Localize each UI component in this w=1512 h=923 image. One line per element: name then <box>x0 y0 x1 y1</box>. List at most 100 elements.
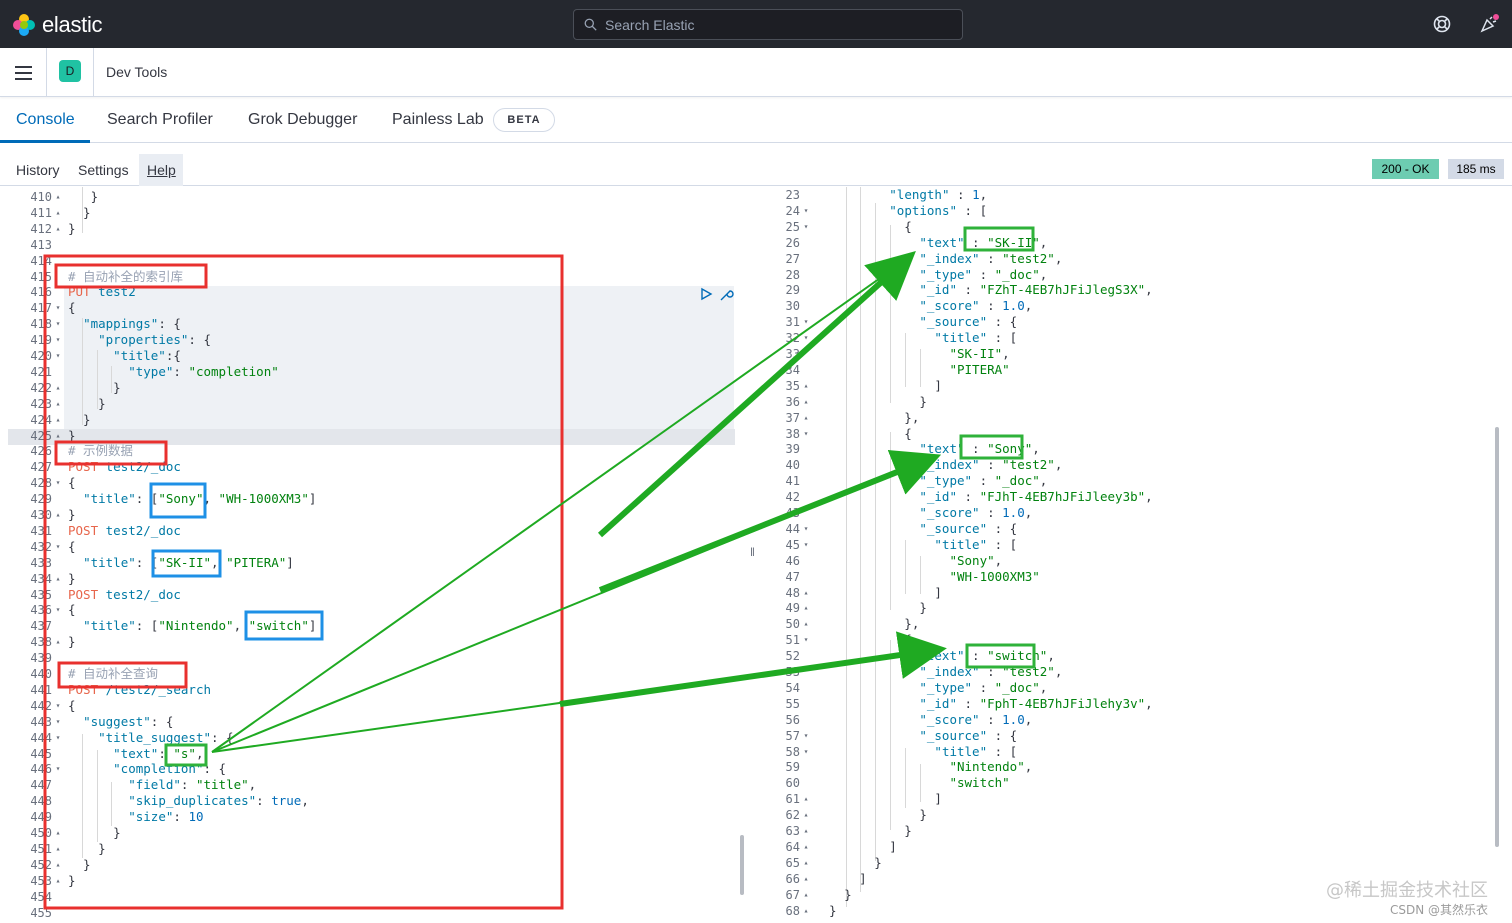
breadcrumb-dev-tools[interactable]: Dev Tools <box>106 64 167 80</box>
fold-toggle-icon[interactable]: ▴ <box>800 871 812 887</box>
fold-toggle-icon[interactable]: ▾ <box>52 332 64 348</box>
code-text: "_index" : "test2", <box>919 250 1063 266</box>
tab-search-profiler[interactable]: Search Profiler <box>107 111 213 129</box>
line-number: 420 <box>30 349 52 363</box>
output-scrollbar[interactable] <box>1495 427 1499 847</box>
fold-toggle-icon[interactable]: ▴ <box>52 380 64 396</box>
fold-toggle-icon[interactable]: ▴ <box>800 903 812 919</box>
line-number: 440 <box>30 667 52 681</box>
space-avatar[interactable]: D <box>59 60 81 82</box>
fold-toggle-icon[interactable]: ▴ <box>52 857 64 873</box>
fold-toggle-icon[interactable]: ▾ <box>800 203 812 219</box>
pane-resize-handle[interactable]: ‖ <box>750 545 758 561</box>
code-text: } <box>68 840 106 856</box>
fold-toggle-icon[interactable]: ▾ <box>52 316 64 332</box>
fold-toggle-icon[interactable]: ▴ <box>52 825 64 841</box>
code-text: ] <box>814 377 942 393</box>
fold-toggle-icon[interactable]: ▴ <box>800 616 812 632</box>
line-number: 51 <box>785 633 800 648</box>
fold-toggle-icon[interactable]: ▴ <box>800 823 812 839</box>
fold-toggle-icon[interactable]: ▴ <box>800 585 812 601</box>
editor-line: 433 "title": ["SK-II", "PITERA"] <box>0 555 740 571</box>
hamburger-menu-icon[interactable] <box>15 66 32 80</box>
fold-toggle-icon[interactable]: ▾ <box>52 539 64 555</box>
fold-toggle-icon[interactable]: ▴ <box>52 396 64 412</box>
output-line: 42 "_id" : "FJhT-4EB7hJFiJleey3b", <box>768 489 1488 505</box>
code-text: # 自动补全查询 <box>68 666 159 681</box>
history-link[interactable]: History <box>16 162 60 178</box>
fold-toggle-icon[interactable]: ▴ <box>52 507 64 523</box>
fold-toggle-icon[interactable]: ▴ <box>800 807 812 823</box>
fold-toggle-icon[interactable]: ▴ <box>800 600 812 616</box>
fold-toggle-icon[interactable]: ▾ <box>800 219 812 235</box>
editor-line: 441 POST /test2/_search <box>0 682 740 698</box>
fold-toggle-icon[interactable]: ▾ <box>52 761 64 777</box>
line-number: 50 <box>785 617 800 632</box>
fold-toggle-icon[interactable]: ▾ <box>52 730 64 746</box>
fold-toggle-icon[interactable]: ▾ <box>800 728 812 744</box>
code-text: "_index" : "test2", <box>919 664 1063 679</box>
line-number: 35 <box>785 378 800 393</box>
request-time-badge: 185 ms <box>1448 159 1504 179</box>
fold-toggle-icon[interactable]: ▴ <box>52 873 64 889</box>
fold-toggle-icon[interactable]: ▾ <box>800 537 812 553</box>
editor-scrollbar[interactable] <box>740 835 744 895</box>
fold-toggle-icon[interactable]: ▾ <box>800 426 812 442</box>
output-line: 36 ▴ } <box>768 394 1488 410</box>
line-number: 413 <box>30 237 52 252</box>
line-number: 39 <box>785 442 800 457</box>
fold-toggle-icon[interactable]: ▴ <box>800 410 812 426</box>
search-input[interactable]: Search Elastic <box>573 9 963 40</box>
code-text: # 自动补全的索引库 <box>68 268 184 284</box>
fold-toggle-icon[interactable]: ▾ <box>52 300 64 316</box>
elastic-logo[interactable]: elastic <box>12 12 103 38</box>
fold-toggle-icon[interactable]: ▾ <box>800 314 812 330</box>
line-number: 68 <box>785 903 800 918</box>
status-badge: 200 - OK <box>1372 159 1439 179</box>
fold-toggle-icon[interactable]: ▾ <box>800 632 812 648</box>
fold-toggle-icon[interactable]: ▴ <box>52 221 64 237</box>
fold-toggle-icon[interactable]: ▴ <box>52 428 64 444</box>
tab-painless-lab[interactable]: Painless Lab <box>392 111 484 129</box>
fold-toggle-icon[interactable]: ▴ <box>52 571 64 587</box>
fold-toggle-icon[interactable]: ▴ <box>52 841 64 857</box>
settings-link[interactable]: Settings <box>78 162 129 178</box>
fold-toggle-icon[interactable]: ▴ <box>52 412 64 428</box>
line-number: 66 <box>785 871 800 886</box>
fold-toggle-icon[interactable]: ▾ <box>52 475 64 491</box>
code-text: "text" : "switch", <box>919 648 1055 664</box>
beta-badge: BETA <box>493 108 555 132</box>
fold-toggle-icon[interactable]: ▾ <box>52 714 64 730</box>
fold-toggle-icon[interactable]: ▾ <box>52 348 64 364</box>
fold-toggle-icon[interactable]: ▾ <box>800 330 812 346</box>
code-text: "_type" : "_doc", <box>919 473 1048 489</box>
tab-grok-debugger[interactable]: Grok Debugger <box>248 111 357 129</box>
fold-toggle-icon[interactable]: ▾ <box>800 521 812 537</box>
fold-toggle-icon[interactable]: ▴ <box>52 189 64 205</box>
help-link[interactable]: Help <box>147 162 176 178</box>
output-line: 28 "_type" : "_doc", <box>768 267 1488 283</box>
fold-toggle-icon[interactable]: ▾ <box>52 602 64 618</box>
newsfeed-icon[interactable] <box>1479 14 1499 34</box>
fold-toggle-icon[interactable]: ▴ <box>800 378 812 394</box>
request-editor[interactable]: 410 ▴ } 411 ▴ } 412 ▴} 413 414 415 # 自动补全的索引库 416 P… <box>0 187 745 923</box>
fold-toggle-icon[interactable]: ▴ <box>800 887 812 903</box>
line-number: 439 <box>30 651 52 666</box>
editor-line: 434 ▴} <box>0 571 740 587</box>
line-number: 42 <box>785 490 800 505</box>
fold-toggle-icon[interactable]: ▴ <box>800 791 812 807</box>
fold-toggle-icon[interactable]: ▴ <box>52 634 64 650</box>
fold-toggle-icon[interactable]: ▾ <box>52 698 64 714</box>
output-line: 53 "_index" : "test2", <box>768 664 1488 680</box>
tab-console[interactable]: Console <box>16 111 75 129</box>
line-number: 34 <box>785 362 800 377</box>
fold-toggle-icon[interactable]: ▴ <box>800 855 812 871</box>
fold-toggle-icon[interactable]: ▴ <box>800 394 812 410</box>
line-number: 422 <box>30 380 52 395</box>
fold-toggle-icon[interactable]: ▾ <box>800 744 812 760</box>
help-lifebuoy-icon[interactable] <box>1432 14 1452 34</box>
editor-line: 453 ▴} <box>0 873 740 889</box>
fold-toggle-icon[interactable]: ▴ <box>800 839 812 855</box>
fold-toggle-icon[interactable]: ▴ <box>52 205 64 221</box>
output-line: 61 ▴ ] <box>768 791 1488 807</box>
